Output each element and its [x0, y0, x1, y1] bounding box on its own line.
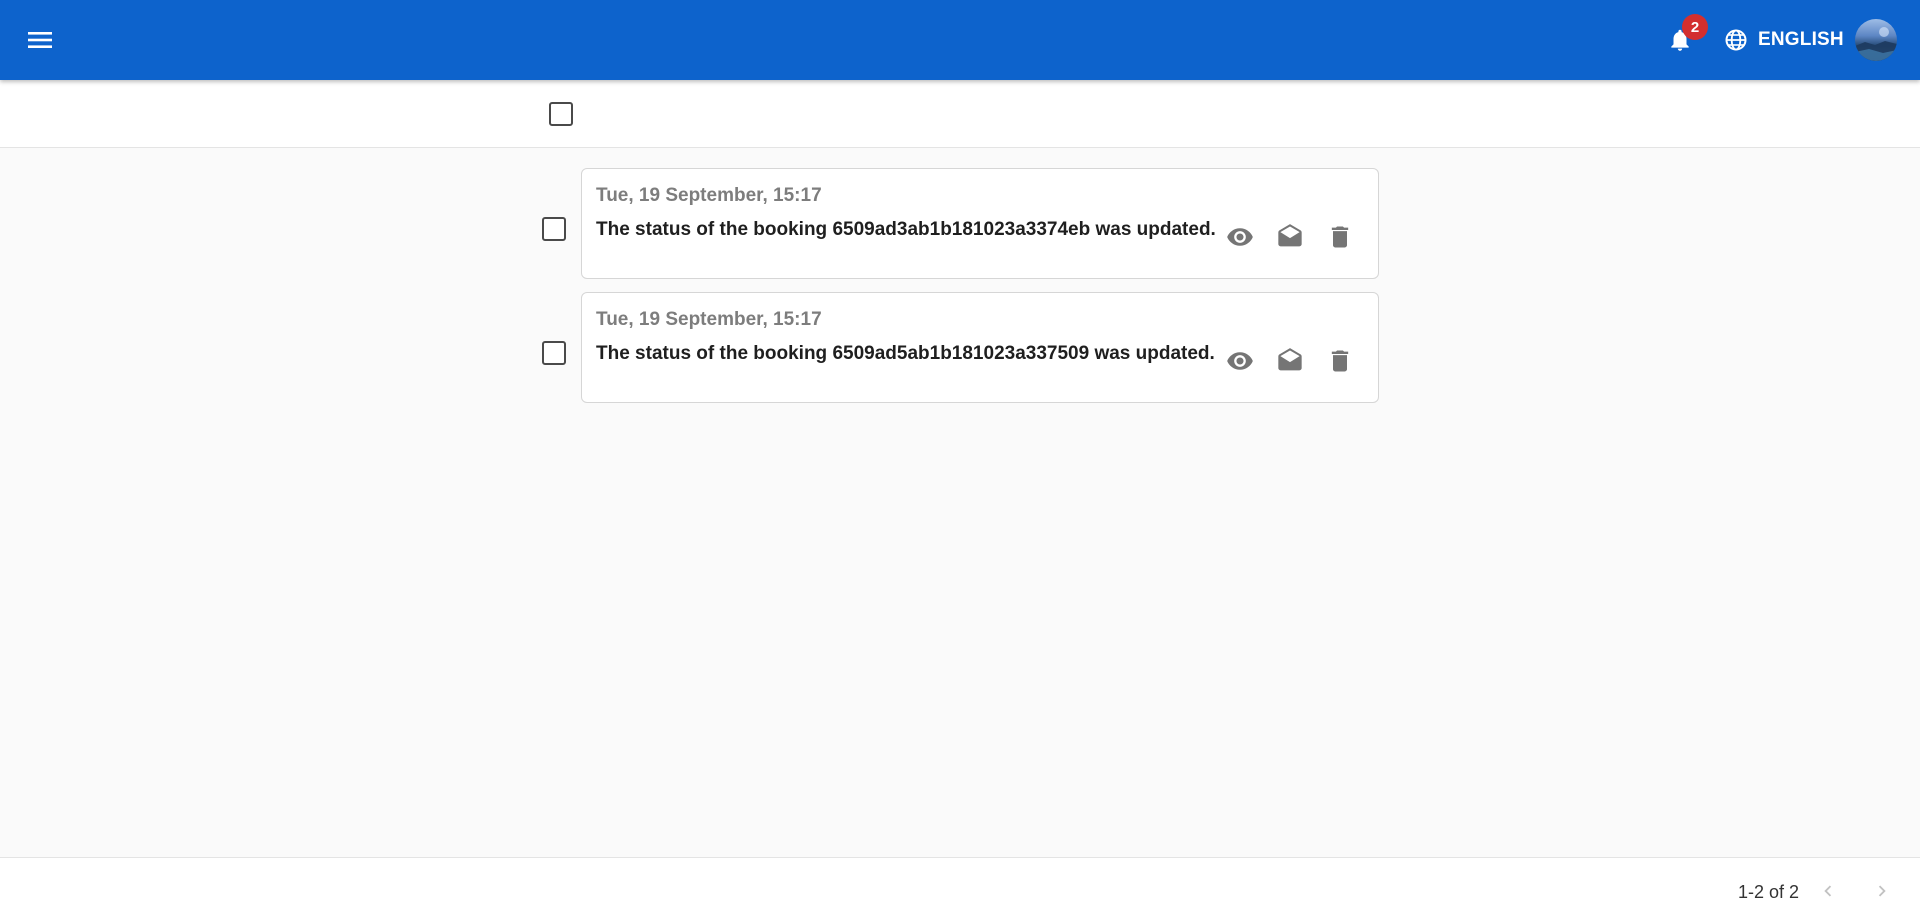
notifications-button[interactable]: 2 — [1656, 14, 1708, 64]
pagination-bar: 1-2 of 2 — [0, 857, 1920, 923]
mark-read-icon — [1278, 348, 1302, 371]
globe-icon — [1725, 29, 1747, 51]
notification-date: Tue, 19 September, 15:17 — [596, 185, 822, 206]
view-button[interactable] — [1216, 337, 1264, 385]
notification-checkbox[interactable] — [542, 341, 566, 365]
notification-count-badge: 2 — [1682, 14, 1708, 40]
notification-checkbox[interactable] — [542, 217, 566, 241]
notification-message: The status of the booking 6509ad3ab1b181… — [596, 219, 1216, 240]
pagination-range: 1-2 of 2 — [1738, 882, 1800, 902]
mark-as-read-button[interactable] — [1266, 337, 1314, 385]
eye-icon — [1227, 352, 1253, 370]
notification-message: The status of the booking 6509ad5ab1b181… — [596, 343, 1215, 364]
avatar-image — [1855, 27, 1897, 61]
next-page-button[interactable] — [1862, 871, 1902, 911]
chevron-left-icon — [1824, 885, 1832, 897]
delete-button[interactable] — [1316, 337, 1364, 385]
delete-icon — [1331, 226, 1349, 248]
mark-read-icon — [1278, 224, 1302, 247]
notification-actions — [1216, 337, 1364, 385]
menu-button[interactable] — [16, 16, 64, 64]
user-avatar[interactable] — [1855, 19, 1897, 61]
notifications-toolbar — [0, 80, 1920, 148]
delete-button[interactable] — [1316, 213, 1364, 261]
view-button[interactable] — [1216, 213, 1264, 261]
eye-icon — [1227, 228, 1253, 246]
chevron-right-icon — [1878, 885, 1886, 897]
mark-as-read-button[interactable] — [1266, 213, 1314, 261]
previous-page-button[interactable] — [1808, 871, 1848, 911]
hamburger-menu-icon — [28, 32, 52, 48]
notification-date: Tue, 19 September, 15:17 — [596, 309, 822, 330]
select-all-checkbox[interactable] — [549, 102, 573, 126]
app-bar: 2 ENGLISH — [0, 0, 1920, 80]
notification-card: Tue, 19 September, 15:17 The status of t… — [581, 292, 1379, 403]
notification-actions — [1216, 213, 1364, 261]
language-label: ENGLISH — [1758, 29, 1844, 50]
delete-icon — [1331, 350, 1349, 372]
notification-card: Tue, 19 September, 15:17 The status of t… — [581, 168, 1379, 279]
language-selector[interactable]: ENGLISH — [1716, 16, 1852, 64]
